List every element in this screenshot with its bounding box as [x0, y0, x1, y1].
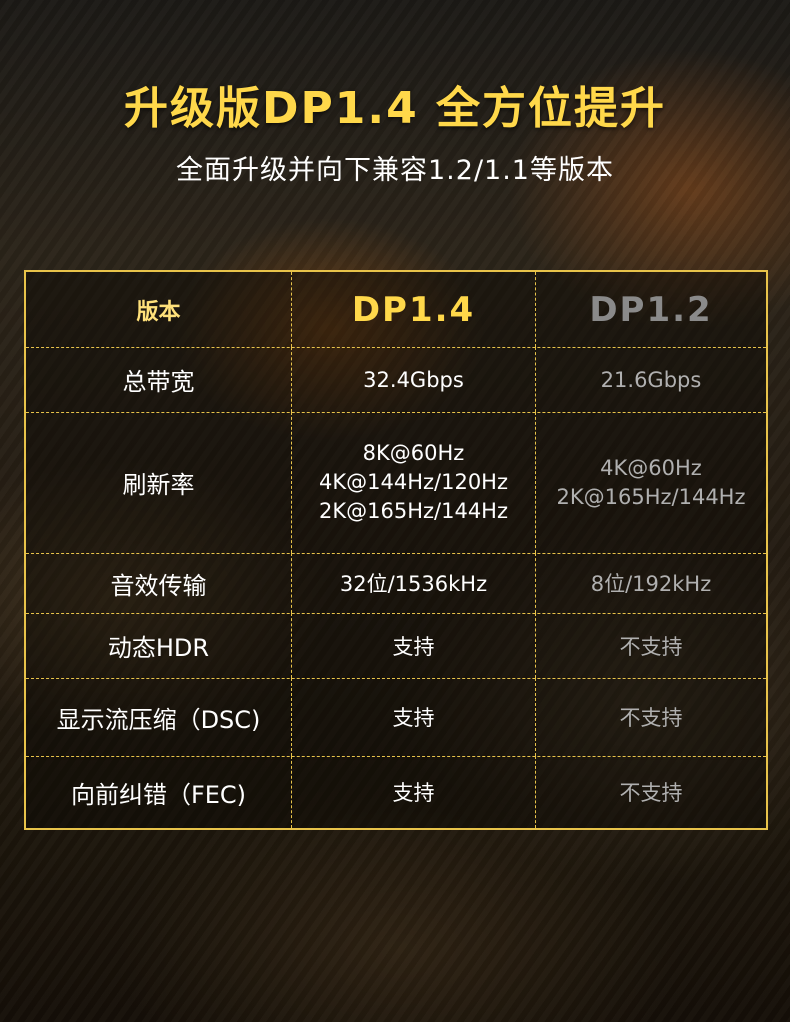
table-row: 刷新率 8K@60Hz 4K@144Hz/120Hz 2K@165Hz/144H… [26, 412, 766, 554]
dp14-refresh-line: 2K@165Hz/144Hz [319, 499, 508, 523]
dp12-refresh-line: 4K@60Hz [600, 455, 702, 480]
table-row: 音效传输 32位/1536kHz 8位/192kHz [26, 553, 766, 614]
dp14-refresh-line: 4K@144Hz/120Hz [319, 470, 508, 494]
table-row: 动态HDR 支持 不支持 [26, 613, 766, 679]
dp12-dsc: 不支持 [619, 706, 683, 730]
dp12-fec: 不支持 [619, 781, 683, 805]
dp14-audio: 32位/1536kHz [292, 553, 536, 613]
row-label-dsc: 显示流压缩（DSC) [26, 678, 292, 756]
table-row: 向前纠错（FEC) 支持 不支持 [26, 756, 766, 828]
row-label-bandwidth: 总带宽 [26, 347, 292, 412]
row-label-audio: 音效传输 [26, 553, 292, 613]
dp12-audio: 8位/192kHz [590, 572, 712, 596]
dp12-bandwidth: 21.6Gbps [600, 367, 702, 392]
dp14-fec: 支持 [292, 756, 536, 828]
page-subtitle: 全面升级并向下兼容1.2/1.1等版本 [176, 155, 614, 186]
dp12-refresh-rate: 4K@60Hz 2K@165Hz/144Hz [536, 412, 766, 553]
dp14-hdr: 支持 [292, 613, 536, 678]
row-label-hdr: 动态HDR [26, 613, 292, 678]
table-header-row: 版本 DP1.4 DP1.2 [26, 272, 766, 348]
dp14-dsc: 支持 [292, 678, 536, 756]
header-dp14: DP1.4 [292, 272, 536, 347]
table-row: 显示流压缩（DSC) 支持 不支持 [26, 678, 766, 757]
comparison-table: 版本 DP1.4 DP1.2 总带宽 32.4Gbps 21.6Gbps 刷新率… [24, 270, 768, 830]
dp12-hdr: 不支持 [619, 634, 683, 659]
header-dp12: DP1.2 [589, 289, 713, 330]
dp12-refresh-line: 2K@165Hz/144Hz [556, 484, 746, 509]
table-row: 总带宽 32.4Gbps 21.6Gbps [26, 347, 766, 413]
dp14-bandwidth: 32.4Gbps [292, 347, 536, 412]
dp14-refresh-line: 8K@60Hz [362, 441, 465, 465]
page-title: 升级版DP1.4 全方位提升 [123, 83, 667, 134]
dp14-refresh-rate: 8K@60Hz 4K@144Hz/120Hz 2K@165Hz/144Hz [292, 412, 536, 553]
row-label-refresh-rate: 刷新率 [26, 412, 292, 553]
header-version-label: 版本 [26, 272, 292, 347]
row-label-fec: 向前纠错（FEC) [26, 756, 292, 828]
